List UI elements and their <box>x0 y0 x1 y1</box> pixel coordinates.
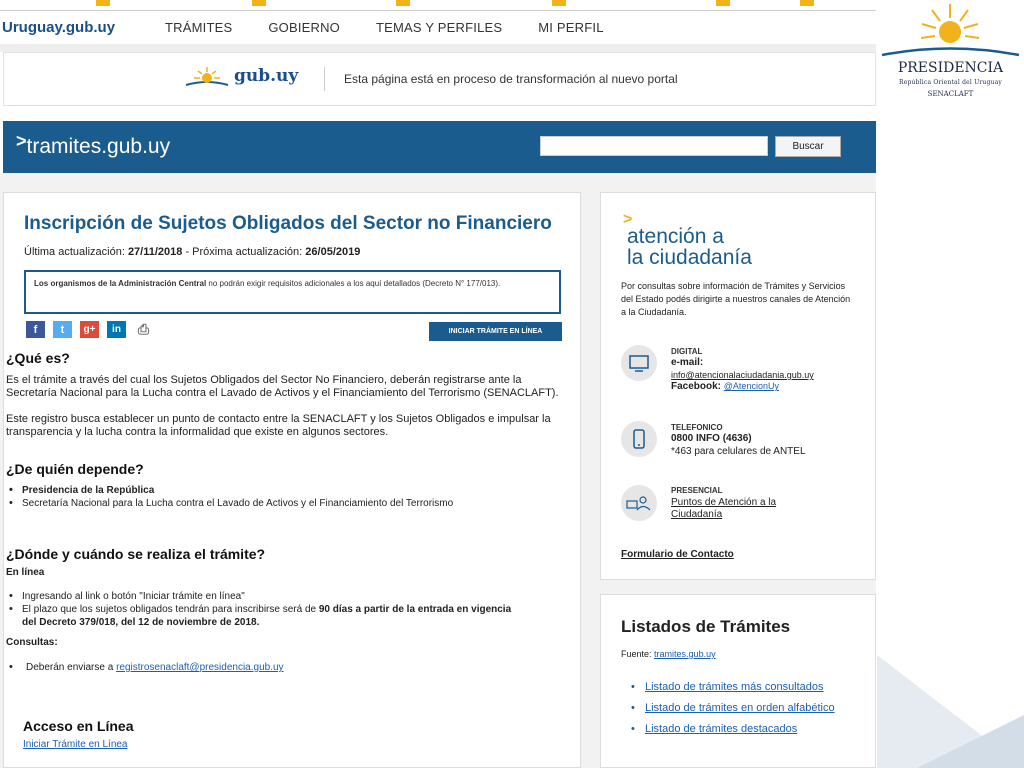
sun-icon <box>185 67 229 86</box>
gubuy-logo[interactable]: gub.uy <box>184 65 298 87</box>
digital-label: DIGITAL <box>671 347 703 356</box>
consultas-text: Deberán enviarse a <box>26 662 117 673</box>
corner-decoration <box>877 655 1024 768</box>
share-bar: f t g+ in ⎙ <box>26 321 153 338</box>
phone-number: 0800 INFO (4636) <box>671 433 752 444</box>
next-label: - Próxima actualización: <box>185 246 303 258</box>
phone-icon <box>621 421 657 457</box>
listados-card: Listados de Trámites Fuente: tramites.gu… <box>600 594 876 768</box>
list-item: Listado de trámites destacados <box>631 723 835 735</box>
que-es-heading: ¿Qué es? <box>6 350 70 366</box>
donde-heading: ¿Dónde y cuándo se realiza el trámite? <box>6 546 266 562</box>
banner-message: Esta página está en proceso de transform… <box>344 72 678 86</box>
facebook-link[interactable]: @AtencionUy <box>724 381 779 391</box>
gubuy-logo-text: gub.uy <box>234 66 299 86</box>
list-item: Presidencia de la República <box>6 484 566 497</box>
consultas-list: Deberán enviarse a registrosenaclaft@pre… <box>6 661 566 674</box>
note-rest: no podrán exigir requisitos adicionales … <box>206 279 501 288</box>
nav-item-tramites[interactable]: TRÁMITES <box>165 20 232 35</box>
list-item: Ingresando al link o botón "Iniciar trám… <box>6 590 566 603</box>
search-button[interactable]: Buscar <box>775 136 841 157</box>
page: Uruguay.gub.uy TRÁMITES GOBIERNO TEMAS Y… <box>0 0 1024 768</box>
chevron-right-icon: > <box>16 131 27 151</box>
facebook-label: Facebook: <box>671 381 722 392</box>
top-nav: Uruguay.gub.uy TRÁMITES GOBIERNO TEMAS Y… <box>0 10 876 44</box>
acceso-heading: Acceso en Línea <box>23 718 134 734</box>
search-input[interactable] <box>540 136 768 156</box>
consultas-label: Consultas: <box>6 637 58 648</box>
depende-list: Presidencia de la República Secretaría N… <box>6 484 566 510</box>
transition-banner: gub.uy Esta página está en proceso de tr… <box>3 52 876 106</box>
people-icon <box>621 485 657 521</box>
consultas-email-link[interactable]: registrosenaclaft@presidencia.gub.uy <box>116 662 283 673</box>
sun-icon <box>881 4 1020 57</box>
email-link[interactable]: info@atencionalaciudadania.gub.uy <box>671 370 814 380</box>
nav-item-temas[interactable]: TEMAS Y PERFILES <box>376 20 502 35</box>
atencion-card: > atención a la ciudadanía Por consultas… <box>600 192 876 580</box>
donde-list: Ingresando al link o botón "Iniciar trám… <box>6 590 566 629</box>
atencion-title-line1: atención a <box>627 225 724 248</box>
en-linea-label: En línea <box>6 567 45 578</box>
presencial-link-2[interactable]: Ciudadanía <box>671 509 722 520</box>
acceso-link[interactable]: Iniciar Trámite en Línea <box>23 739 128 750</box>
print-icon[interactable]: ⎙ <box>134 321 153 338</box>
list-item: Deberán enviarse a registrosenaclaft@pre… <box>6 661 566 674</box>
telefonico-label: TELEFONICO <box>671 423 723 432</box>
listados-list: Listado de trámites más consultados List… <box>631 681 835 744</box>
nav-brand[interactable]: Uruguay.gub.uy <box>0 19 165 36</box>
banner-separator <box>324 67 325 91</box>
tramites-brand-text: tramites.gub.uy <box>26 135 171 158</box>
presidencia-name: PRESIDENCIA <box>897 60 1004 76</box>
listados-source: Fuente: tramites.gub.uy <box>621 649 716 659</box>
nav-item-mi-perfil[interactable]: MI PERFIL <box>538 20 603 35</box>
listado-link-destacados[interactable]: Listado de trámites destacados <box>645 723 797 735</box>
linkedin-icon[interactable]: in <box>107 321 126 338</box>
nav-divider <box>0 44 876 52</box>
phone-alt: *463 para celulares de ANTEL <box>671 446 806 457</box>
atencion-title: atención a la ciudadanía <box>627 226 752 268</box>
list-item: Secretaría Nacional para la Lucha contra… <box>6 497 506 510</box>
contact-form-link[interactable]: Formulario de Contacto <box>621 549 734 560</box>
top-strip <box>0 0 876 6</box>
listados-title: Listados de Trámites <box>621 617 791 636</box>
updated-label: Última actualización: <box>24 246 125 258</box>
list-item: Listado de trámites en orden alfabético <box>631 702 835 714</box>
main-card: Inscripción de Sujetos Obligados del Sec… <box>3 192 581 768</box>
next-value: 26/05/2019 <box>305 246 361 258</box>
twitter-icon[interactable]: t <box>53 321 72 338</box>
source-link[interactable]: tramites.gub.uy <box>654 649 716 659</box>
google-plus-icon[interactable]: g+ <box>80 321 99 338</box>
listado-link-alfabetico[interactable]: Listado de trámites en orden alfabético <box>645 702 835 714</box>
source-label: Fuente: <box>621 649 652 659</box>
atencion-description: Por consultas sobre información de Trámi… <box>621 281 851 317</box>
presencial-label: PRESENCIAL <box>671 486 723 495</box>
email-label: e-mail: <box>671 357 704 368</box>
presidencia-sub: República Oriental del Uruguay <box>899 79 1002 86</box>
donde-item2-a: El plazo que los sujetos obligados tendr… <box>22 604 319 615</box>
list-item: El plazo que los sujetos obligados tendr… <box>6 603 526 629</box>
depende-heading: ¿De quién depende? <box>6 461 144 477</box>
tramites-header: >tramites.gub.uy Buscar <box>3 121 876 173</box>
presencial-link-1[interactable]: Puntos de Atención a la <box>671 497 776 508</box>
list-item: Listado de trámites más consultados <box>631 681 835 693</box>
updated-value: 27/11/2018 <box>127 246 183 258</box>
que-es-paragraph-1: Es el trámite a través del cual los Suje… <box>6 374 559 399</box>
presidencia-sub2: SENACLAFT <box>927 90 974 98</box>
que-es-paragraph-2: Este registro busca establecer un punto … <box>6 413 551 438</box>
tramites-brand[interactable]: >tramites.gub.uy <box>16 131 171 159</box>
iniciar-tramite-button[interactable]: INICIAR TRÁMITE EN LÍNEA <box>429 322 562 341</box>
requirements-note: Los organismos de la Administración Cent… <box>24 270 561 314</box>
page-title: Inscripción de Sujetos Obligados del Sec… <box>24 213 552 234</box>
note-bold: Los organismos de la Administración Cent… <box>34 279 207 288</box>
listado-link-mas-consultados[interactable]: Listado de trámites más consultados <box>645 681 824 693</box>
facebook-icon[interactable]: f <box>26 321 45 338</box>
presidencia-logo: PRESIDENCIA República Oriental del Urugu… <box>877 0 1024 130</box>
atencion-title-line2: la ciudadanía <box>627 246 752 269</box>
nav-item-gobierno[interactable]: GOBIERNO <box>268 20 340 35</box>
monitor-icon <box>621 345 657 381</box>
facebook-line: Facebook: @AtencionUy <box>671 381 779 392</box>
update-info: Última actualización: 27/11/2018 - Próxi… <box>24 246 360 258</box>
